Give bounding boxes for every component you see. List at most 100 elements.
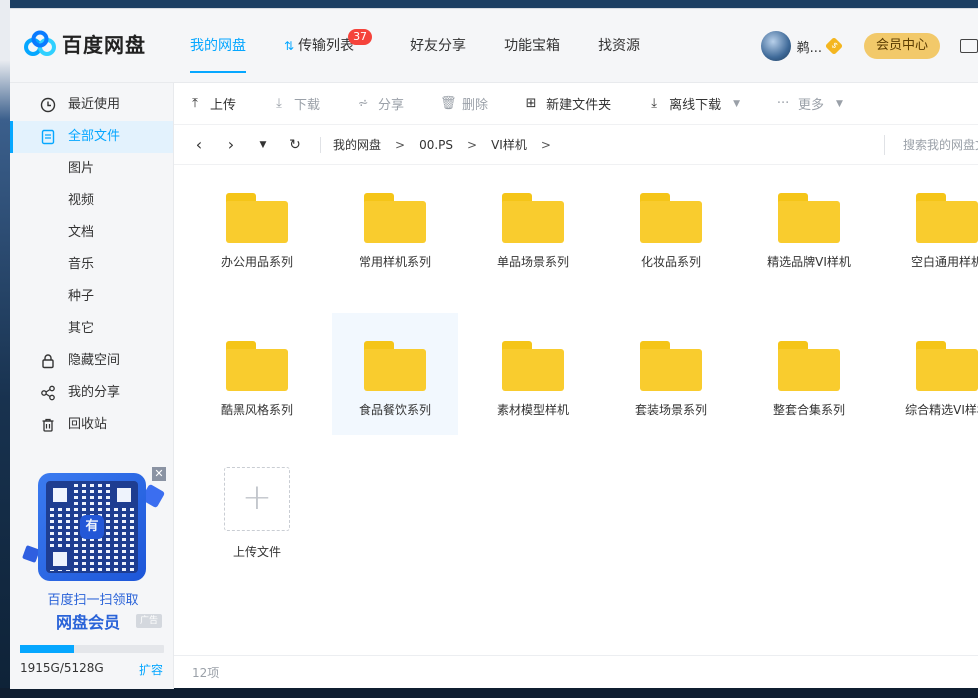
vip-center-button[interactable]: 会员中心 [863, 33, 940, 59]
sidebar-item-recycle-bin[interactable]: 回收站 [10, 409, 173, 441]
sidebar-item-label: 种子 [68, 289, 95, 304]
refresh-icon[interactable]: ↻ [288, 137, 302, 153]
sidebar-item-label: 回收站 [68, 417, 108, 432]
sidebar-item-label: 我的分享 [68, 385, 121, 400]
trash-icon: 🗑︎ [440, 95, 457, 111]
breadcrumb-root[interactable]: 我的网盘 [333, 136, 381, 153]
offline-download-label: 离线下载 [669, 98, 722, 113]
folder-tile[interactable]: 化妆品系列 [608, 165, 734, 287]
tab-my-drive[interactable]: 我的网盘 [190, 9, 246, 83]
tab-label: 传输列表 [298, 38, 355, 54]
tab-friend-share[interactable]: 好友分享 [410, 9, 466, 83]
share-button[interactable]: ⩫ 分享 [356, 94, 404, 113]
folder-name: 食品餐饮系列 [358, 403, 431, 417]
folder-tile[interactable]: 办公用品系列 [194, 165, 320, 287]
folder-name: 常用样机系列 [358, 255, 431, 269]
close-icon[interactable]: ✕ [152, 467, 166, 481]
sidebar-item-other[interactable]: 其它 [10, 313, 173, 345]
upload-button[interactable]: ⤒ 上传 [188, 94, 236, 113]
folder-icon [364, 341, 426, 391]
vip-promo-card[interactable]: 有 ✕ 百度扫一扫领取 网盘会员 广告 [20, 467, 166, 632]
tab-toolbox[interactable]: 功能宝箱 [504, 9, 560, 83]
folder-tile[interactable]: 套装场景系列 [608, 313, 734, 435]
breadcrumb-separator: > [467, 137, 478, 152]
sidebar-item-images[interactable]: 图片 [10, 153, 173, 185]
breadcrumb-separator: > [395, 137, 406, 152]
sidebar-item-videos[interactable]: 视频 [10, 185, 173, 217]
expand-storage-link[interactable]: 扩容 [139, 661, 163, 678]
clock-icon [40, 97, 56, 113]
breadcrumb-current[interactable]: VI样机 [491, 136, 527, 153]
more-button[interactable]: ··· 更多 ▼ [776, 94, 843, 113]
forward-arrow-icon[interactable]: › [224, 135, 238, 154]
tab-find-resources[interactable]: 找资源 [598, 9, 640, 83]
sidebar-item-music[interactable]: 音乐 [10, 249, 173, 281]
breadcrumb-item[interactable]: 00.PS [419, 138, 453, 152]
tab-label: 好友分享 [410, 38, 467, 54]
history-dropdown-icon[interactable]: ▼ [256, 140, 270, 150]
item-count: 12项 [192, 666, 220, 680]
new-folder-icon: ⊞ [525, 95, 537, 111]
main-nav: 我的网盘 ⇅ 传输列表 37 好友分享 功能宝箱 找资源 [190, 9, 678, 83]
folder-icon [502, 341, 564, 391]
folder-tile[interactable]: 精选品牌VI样机 [746, 165, 872, 287]
folder-tile[interactable]: 食品餐饮系列 [332, 313, 458, 435]
tab-transfer-list[interactable]: ⇅ 传输列表 37 [284, 9, 373, 83]
sidebar-item-torrents[interactable]: 种子 [10, 281, 173, 313]
folder-tile[interactable]: 综合精选VI样机 [884, 313, 978, 435]
chevron-down-icon: ▼ [733, 98, 741, 109]
storage-quota-bar [20, 645, 164, 653]
download-icon: ⤓ [276, 95, 282, 111]
folder-name: 酷黑风格系列 [220, 403, 293, 417]
sidebar-item-hidden-space[interactable]: 隐藏空间 [10, 345, 173, 377]
plus-icon: + [241, 477, 273, 518]
share-icon: ⩫ [357, 95, 369, 111]
sidebar-item-all-files[interactable]: 全部文件 [10, 121, 173, 153]
sidebar-item-label: 音乐 [68, 257, 95, 272]
folder-name: 套装场景系列 [634, 403, 707, 417]
sidebar-item-recent[interactable]: 最近使用 [10, 89, 173, 121]
folder-tile[interactable]: 酷黑风格系列 [194, 313, 320, 435]
vip-diamond-icon: $ [824, 36, 844, 56]
sidebar-item-my-shares[interactable]: 我的分享 [10, 377, 173, 409]
tab-label: 找资源 [598, 38, 641, 54]
folder-tile[interactable]: 素材模型样机 [470, 313, 596, 435]
transfer-count-badge: 37 [348, 29, 373, 45]
download-button[interactable]: ⤓ 下载 [272, 94, 320, 113]
sidebar: 最近使用 全部文件 图片 视频 文档 音乐 种子 其它 隐藏空间 我的分享 回收… [10, 83, 174, 689]
qr-finder [113, 484, 135, 506]
chevron-down-icon: ▼ [836, 98, 843, 109]
storage-quota-text: 1915G/5128G [20, 661, 104, 675]
promo-line2: 网盘会员 [56, 613, 121, 632]
sidebar-item-label: 其它 [68, 321, 95, 336]
folder-icon [226, 193, 288, 243]
sidebar-item-documents[interactable]: 文档 [10, 217, 173, 249]
offline-download-button[interactable]: ⤓ 离线下载 ▼ [647, 94, 740, 113]
avatar[interactable] [760, 31, 791, 61]
folder-name: 化妆品系列 [640, 255, 701, 269]
upload-file-label: 上传文件 [232, 545, 281, 559]
delete-button[interactable]: 🗑︎ 删除 [440, 94, 488, 113]
sidebar-item-label: 视频 [68, 193, 95, 208]
folder-icon [640, 193, 702, 243]
folder-tile[interactable]: 整套合集系列 [746, 313, 872, 435]
folder-icon [778, 341, 840, 391]
folder-tile[interactable]: 常用样机系列 [332, 165, 458, 287]
new-folder-button[interactable]: ⊞ 新建文件夹 [524, 94, 611, 113]
folder-tile[interactable]: 空白通用样机 [884, 165, 978, 287]
upload-file-tile[interactable]: + [224, 467, 290, 531]
username[interactable]: 鹈... [797, 37, 822, 56]
window-menu-icon[interactable] [960, 39, 978, 53]
folder-tile[interactable]: 单品场景系列 [470, 165, 596, 287]
share-icon [41, 385, 55, 401]
folder-name: 素材模型样机 [496, 403, 569, 417]
back-arrow-icon[interactable]: ‹ [192, 135, 206, 154]
search-input[interactable]: 搜索我的网盘文件 [884, 135, 978, 155]
app-logo[interactable]: 百度网盘 [24, 29, 146, 58]
tab-label: 我的网盘 [190, 38, 246, 54]
folder-name: 综合精选VI样机 [905, 403, 978, 417]
download-label: 下载 [294, 98, 321, 113]
upload-icon: ⤒ [192, 95, 198, 111]
more-dots-icon: ··· [776, 95, 790, 111]
top-bar: 百度网盘 我的网盘 ⇅ 传输列表 37 好友分享 功能宝箱 找资源 鹈... $… [10, 9, 978, 83]
